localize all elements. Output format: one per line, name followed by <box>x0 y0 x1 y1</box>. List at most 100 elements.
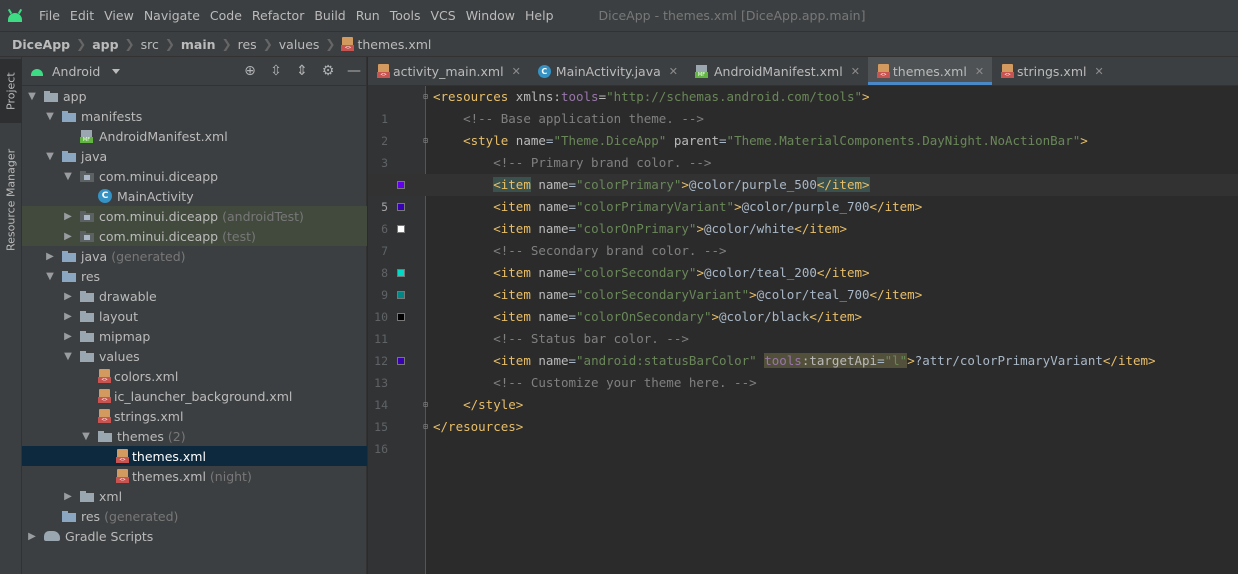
code-line[interactable]: 6 <item name="colorPrimaryVariant">@colo… <box>368 196 1238 236</box>
chevron-down-icon[interactable]: ▼ <box>44 111 56 122</box>
menu-view[interactable]: View <box>99 8 139 23</box>
chevron-right-icon[interactable]: ▶ <box>62 231 74 242</box>
chevron-down-icon[interactable]: ▼ <box>44 271 56 282</box>
code-editor[interactable]: 1 ⊟ <resources xmlns:tools="http://schem… <box>368 86 1238 574</box>
tab-mainactivity-java[interactable]: C MainActivity.java ✕ <box>529 57 686 85</box>
color-swatch[interactable] <box>397 269 405 277</box>
menu-help[interactable]: Help <box>520 8 559 23</box>
chevron-right-icon[interactable]: ▶ <box>26 531 38 542</box>
tree-item-colors-xml[interactable]: <> colors.xml <box>22 366 367 386</box>
tab-activity-main-xml[interactable]: <> activity_main.xml ✕ <box>368 57 529 85</box>
close-icon[interactable]: ✕ <box>975 65 984 78</box>
tab-androidmanifest-xml[interactable]: MF AndroidManifest.xml ✕ <box>686 57 868 85</box>
code-line[interactable]: 9 <item name="colorSecondary">@color/tea… <box>368 262 1238 302</box>
tree-item-drawable[interactable]: ▶ drawable <box>22 286 367 306</box>
code-line[interactable]: 14 <!-- Customize your theme here. --> <box>368 372 1238 412</box>
tree-item-app[interactable]: ▼ app <box>22 86 367 106</box>
close-icon[interactable]: ✕ <box>851 65 860 78</box>
resource-manager-tool-tab[interactable]: Resource Manager <box>0 141 22 259</box>
tree-item-themes[interactable]: ▼ themes (2) <box>22 426 367 446</box>
tree-item-themes-xml[interactable]: <> themes.xml <box>22 446 367 466</box>
menu-tools[interactable]: Tools <box>385 8 426 23</box>
menu-run[interactable]: Run <box>351 8 385 23</box>
tree-item-layout[interactable]: ▶ layout <box>22 306 367 326</box>
code-line[interactable]: 7 <item name="colorOnPrimary">@color/whi… <box>368 218 1238 258</box>
menu-navigate[interactable]: Navigate <box>139 8 205 23</box>
chevron-right-icon[interactable]: ▶ <box>62 491 74 502</box>
menu-edit[interactable]: Edit <box>65 8 99 23</box>
code-line[interactable]: 4 <!-- Primary brand color. --> <box>368 152 1238 192</box>
fold-icon[interactable]: ⊟ <box>421 422 430 432</box>
tree-item-package-test[interactable]: ▶ com.minui.diceapp (test) <box>22 226 367 246</box>
tree-item-mainactivity[interactable]: C MainActivity <box>22 186 367 206</box>
tree-item-manifests[interactable]: ▼ manifests <box>22 106 367 126</box>
color-swatch[interactable] <box>397 313 405 321</box>
breadcrumb-file[interactable]: themes.xml <box>357 37 431 52</box>
fold-icon[interactable]: ⊟ <box>421 136 430 146</box>
tree-item-res-generated[interactable]: res (generated) <box>22 506 367 526</box>
breadcrumb-app[interactable]: app <box>92 37 118 52</box>
tree-item-package-main[interactable]: ▼ com.minui.diceapp <box>22 166 367 186</box>
menu-build[interactable]: Build <box>309 8 350 23</box>
gear-icon[interactable]: ⚙ <box>320 63 336 79</box>
tab-themes-xml[interactable]: <> themes.xml ✕ <box>867 57 993 85</box>
code-line[interactable]: 13 <item name="android:statusBarColor" t… <box>368 350 1238 390</box>
collapse-all-icon[interactable]: ⇕ <box>294 63 310 79</box>
tree-item-xml[interactable]: ▶ xml <box>22 486 367 506</box>
code-line[interactable]: 10 <item name="colorSecondaryVariant">@c… <box>368 284 1238 324</box>
tab-strings-xml[interactable]: <> strings.xml ✕ <box>992 57 1112 85</box>
tree-item-themes-night-xml[interactable]: <> themes.xml (night) <box>22 466 367 486</box>
menu-window[interactable]: Window <box>461 8 520 23</box>
project-tool-tab[interactable]: Project <box>0 59 22 123</box>
code-line[interactable]: 12 <!-- Status bar color. --> <box>368 328 1238 368</box>
close-icon[interactable]: ✕ <box>1094 65 1103 78</box>
tree-item-package-androidtest[interactable]: ▶ com.minui.diceapp (androidTest) <box>22 206 367 226</box>
locate-file-icon[interactable]: ⊕ <box>242 63 258 79</box>
breadcrumb-res[interactable]: res <box>238 37 257 52</box>
color-swatch[interactable] <box>397 181 405 189</box>
tree-item-java[interactable]: ▼ java <box>22 146 367 166</box>
chevron-right-icon[interactable]: ▶ <box>62 311 74 322</box>
fold-icon[interactable]: ⊟ <box>421 400 430 410</box>
menu-refactor[interactable]: Refactor <box>247 8 309 23</box>
tree-item-values[interactable]: ▼ values <box>22 346 367 366</box>
color-swatch[interactable] <box>397 203 405 211</box>
color-swatch[interactable] <box>397 357 405 365</box>
chevron-right-icon[interactable]: ▶ <box>62 331 74 342</box>
breadcrumb-values[interactable]: values <box>279 37 320 52</box>
expand-all-icon[interactable]: ⇳ <box>268 63 284 79</box>
chevron-down-icon[interactable]: ▼ <box>44 151 56 162</box>
chevron-down-icon[interactable]: ▼ <box>80 431 92 442</box>
menu-file[interactable]: File <box>34 8 65 23</box>
menu-vcs[interactable]: VCS <box>426 8 461 23</box>
breadcrumb-main[interactable]: main <box>181 37 216 52</box>
close-icon[interactable]: ✕ <box>512 65 521 78</box>
tree-item-res[interactable]: ▼ res <box>22 266 367 286</box>
color-swatch[interactable] <box>397 291 405 299</box>
minimize-icon[interactable]: — <box>346 63 362 79</box>
close-icon[interactable]: ✕ <box>669 65 678 78</box>
project-view-selector[interactable]: Android <box>52 64 100 79</box>
chevron-down-icon[interactable]: ▼ <box>26 91 38 102</box>
code-line[interactable]: 15 ⊟ </style> <box>368 394 1238 434</box>
chevron-down-icon[interactable]: ▼ <box>62 351 74 362</box>
fold-icon[interactable]: ⊟ <box>421 92 430 102</box>
code-line[interactable]: 11 <item name="colorOnSecondary">@color/… <box>368 306 1238 346</box>
breadcrumb-project[interactable]: DiceApp <box>12 37 70 52</box>
chevron-right-icon[interactable]: ▶ <box>62 211 74 222</box>
menu-code[interactable]: Code <box>205 8 247 23</box>
code-line[interactable]: 2 <!-- Base application theme. --> <box>368 108 1238 148</box>
chevron-right-icon[interactable]: ▶ <box>62 291 74 302</box>
chevron-down-icon[interactable]: ▼ <box>62 171 74 182</box>
tree-item-strings-xml[interactable]: <> strings.xml <box>22 406 367 426</box>
code-line[interactable]: 1 ⊟ <resources xmlns:tools="http://schem… <box>368 86 1238 126</box>
tree-item-java-generated[interactable]: ▶ java (generated) <box>22 246 367 266</box>
breadcrumb-src[interactable]: src <box>141 37 159 52</box>
tree-item-mipmap[interactable]: ▶ mipmap <box>22 326 367 346</box>
color-swatch[interactable] <box>397 225 405 233</box>
chevron-right-icon[interactable]: ▶ <box>44 251 56 262</box>
tree-item-gradle-scripts[interactable]: ▶ Gradle Scripts <box>22 526 367 546</box>
code-line[interactable]: 8 <!-- Secondary brand color. --> <box>368 240 1238 280</box>
tree-item-ic-launcher-background[interactable]: <> ic_launcher_background.xml <box>22 386 367 406</box>
code-line[interactable]: 16 ⊟ </resources> <box>368 416 1238 456</box>
